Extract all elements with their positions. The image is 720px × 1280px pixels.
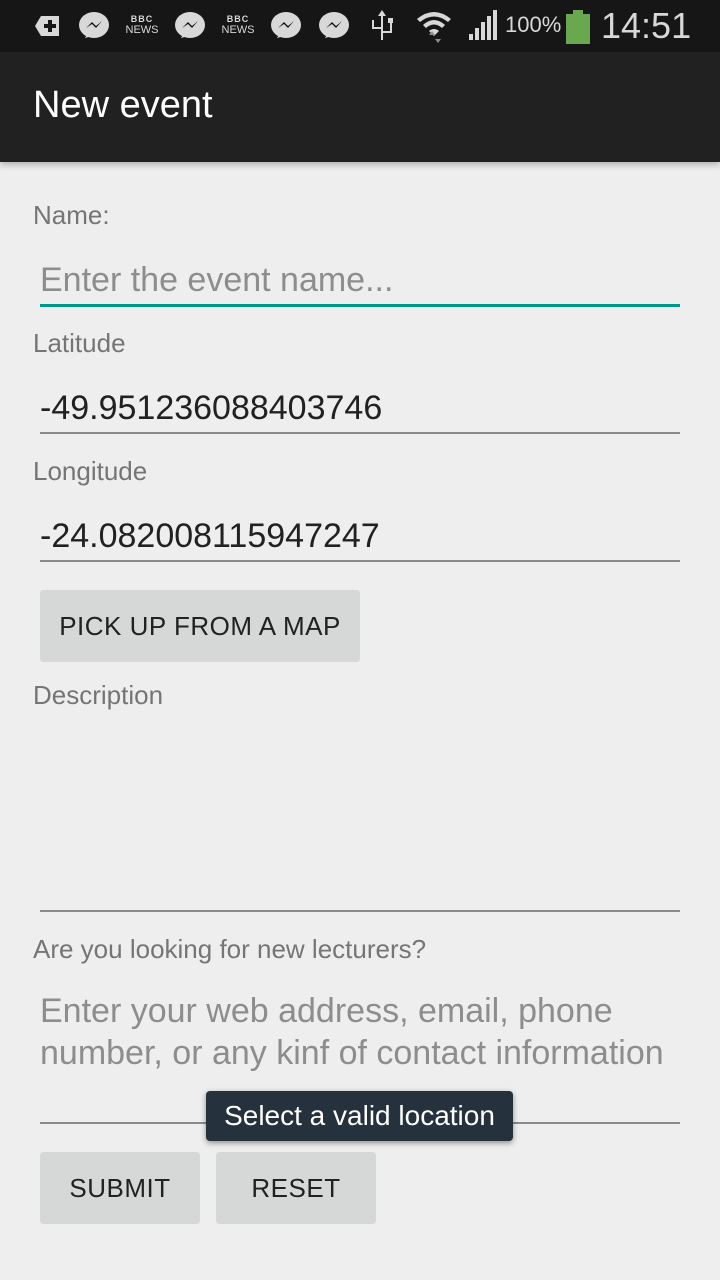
- pick-from-map-button[interactable]: PICK UP FROM A MAP: [40, 590, 360, 662]
- toast-message: Select a valid location: [206, 1091, 513, 1141]
- clock: 14:51: [601, 5, 692, 46]
- latitude-label: Latitude: [33, 328, 126, 358]
- messenger-icon: [269, 10, 303, 42]
- battery-icon: [566, 10, 590, 44]
- latitude-input[interactable]: [40, 384, 680, 434]
- bbc-news-icon: BBC NEWS: [221, 14, 255, 36]
- longitude-input[interactable]: [40, 512, 680, 562]
- bbc-news-icon: BBC NEWS: [125, 14, 159, 36]
- event-name-input[interactable]: [40, 256, 680, 307]
- plus-notification-icon: [30, 10, 64, 42]
- messenger-icon: [77, 10, 111, 42]
- messenger-icon: [317, 10, 351, 42]
- action-bar: New event: [0, 52, 720, 162]
- name-label: Name:: [33, 200, 110, 230]
- description-label: Description: [33, 680, 164, 710]
- usb-icon: [368, 10, 396, 42]
- wifi-icon: [414, 10, 454, 43]
- battery-percent: 100%: [505, 12, 562, 37]
- messenger-icon: [173, 10, 207, 42]
- longitude-label: Longitude: [33, 456, 148, 486]
- status-bar: BBC NEWS BBC NEWS 100% 14:51: [0, 0, 720, 52]
- description-input[interactable]: [40, 728, 680, 912]
- reset-button[interactable]: RESET: [216, 1152, 376, 1224]
- lecturers-label: Are you looking for new lecturers?: [33, 934, 427, 964]
- signal-icon: [466, 10, 500, 42]
- submit-button[interactable]: SUBMIT: [40, 1152, 200, 1224]
- page-title: New event: [33, 84, 213, 126]
